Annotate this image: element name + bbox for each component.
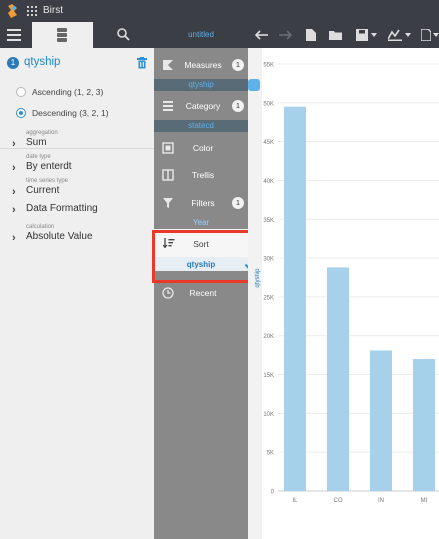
recent-icon [162, 287, 174, 299]
property-caption: aggregation [26, 130, 58, 136]
visualization-type-icon[interactable] [388, 29, 402, 41]
filters-pill[interactable]: Year [154, 218, 248, 227]
property-caption: time series type [26, 178, 69, 184]
shelf-label: Trellis [191, 170, 215, 180]
app-header: Birst [0, 0, 439, 22]
field-badge: 1 [7, 57, 19, 69]
shelf-filters[interactable]: Filters 1 [154, 190, 248, 216]
y-axis-label: qtyship [255, 268, 261, 288]
shelf-count-badge: 1 [232, 100, 244, 112]
aggregation-property[interactable]: › aggregation Sum [12, 130, 152, 152]
shelf-measures[interactable]: Measures 1 [154, 52, 248, 78]
property-value: By enterdt [26, 161, 72, 172]
shelf-trellis[interactable]: Trellis [154, 162, 248, 188]
time-series-type-property[interactable]: › time series type Current [12, 178, 152, 200]
y-tick-label: 20K [263, 334, 274, 340]
new-file-icon[interactable] [306, 29, 316, 41]
calculation-property[interactable]: › calculation Absolute Value [12, 224, 152, 246]
shelf-label: Recent [189, 288, 217, 298]
property-value: Absolute Value [26, 231, 93, 242]
sort-ascending-radio[interactable] [16, 87, 26, 97]
bar-chart: 0 5K 10K 15K 20K 25K 30K 35K 40K 45K 50K 55K qtyship… [255, 63, 439, 504]
search-icon[interactable] [117, 28, 130, 41]
hamburger-menu-icon[interactable] [6, 27, 22, 43]
export-icon[interactable] [421, 29, 431, 41]
shelf-recent[interactable]: Recent [154, 280, 248, 306]
shelf-category[interactable]: Category 1 [154, 93, 248, 119]
trash-icon[interactable] [137, 57, 147, 69]
property-caption: date type [26, 154, 51, 160]
shelf-color[interactable]: Color [154, 135, 248, 161]
chevron-right-icon: › [12, 138, 16, 150]
y-tick-label: 30K [263, 257, 274, 263]
shelf-label: Color [192, 143, 214, 153]
left-panel-tabs [0, 22, 154, 48]
y-tick-label: 45K [263, 140, 274, 146]
x-tick-label: IN [378, 498, 384, 504]
shelf-label: Measures [184, 60, 222, 70]
bar[interactable] [413, 359, 435, 491]
x-tick-label: MI [421, 498, 428, 504]
color-icon [162, 142, 174, 154]
y-tick-label: 10K [263, 412, 274, 418]
shelf-count-badge: 1 [232, 59, 244, 71]
chevron-right-icon: › [12, 232, 16, 244]
sort-ascending-label[interactable]: Ascending (1, 2, 3) [32, 87, 103, 97]
measures-icon [163, 60, 173, 70]
shelf-label: Filters [191, 198, 215, 208]
bar[interactable] [327, 267, 349, 491]
y-tick-label: 15K [263, 373, 274, 379]
open-folder-icon[interactable] [329, 29, 343, 41]
main-toolbar [248, 22, 439, 48]
data-formatting-property[interactable]: › Data Formatting [12, 202, 152, 222]
property-value: Data Formatting [26, 203, 98, 214]
report-title[interactable]: untitled [154, 22, 248, 48]
sort-descending-label[interactable]: Descending (3, 2, 1) [32, 108, 109, 118]
trellis-icon [162, 169, 174, 181]
shelf-label: Category [185, 101, 221, 111]
category-pill[interactable]: statecd [154, 120, 248, 132]
x-tick-label: IL [292, 498, 298, 504]
field-name[interactable]: qtyship [24, 56, 60, 68]
y-tick-label: 40K [263, 179, 274, 185]
selected-field-header: 1 qtyship [0, 51, 154, 73]
y-tick-label: 5K [267, 451, 274, 457]
measures-pill[interactable]: qtyship [154, 79, 248, 91]
bar[interactable] [284, 106, 306, 491]
undo-icon[interactable] [255, 29, 269, 41]
property-value: Current [26, 185, 60, 196]
birst-logo[interactable] [5, 3, 19, 19]
chart-dropdown-icon[interactable] [405, 33, 411, 37]
category-icon [163, 101, 173, 111]
shelf-count-badge: 1 [232, 197, 244, 209]
bar[interactable] [370, 350, 392, 491]
date-type-property[interactable]: › date type By enterdt [12, 154, 152, 176]
app-grid-icon[interactable] [27, 6, 37, 16]
x-tick-label: CO [334, 498, 343, 504]
property-caption: calculation [26, 224, 55, 230]
tab-data-source[interactable] [32, 22, 93, 48]
property-value: Sum [26, 137, 47, 148]
database-icon [57, 28, 67, 42]
save-dropdown-icon[interactable] [371, 33, 377, 37]
sort-descending-radio[interactable] [16, 108, 26, 118]
export-dropdown-icon[interactable] [433, 33, 439, 37]
redo-icon[interactable] [278, 29, 292, 41]
chevron-right-icon: › [12, 204, 16, 216]
y-tick-label: 0 [271, 490, 275, 496]
y-tick-label: 50K [263, 101, 274, 107]
y-tick-label: 35K [263, 218, 274, 224]
filter-icon [163, 198, 173, 208]
y-tick-label: 25K [263, 295, 274, 301]
save-icon[interactable] [356, 29, 368, 41]
chevron-right-icon: › [12, 186, 16, 198]
field-properties-panel: 1 qtyship Ascending (1, 2, 3) Descending… [0, 22, 154, 539]
chevron-right-icon: › [12, 162, 16, 174]
y-tick-label: 55K [263, 63, 274, 69]
app-title: Birst [43, 5, 63, 16]
